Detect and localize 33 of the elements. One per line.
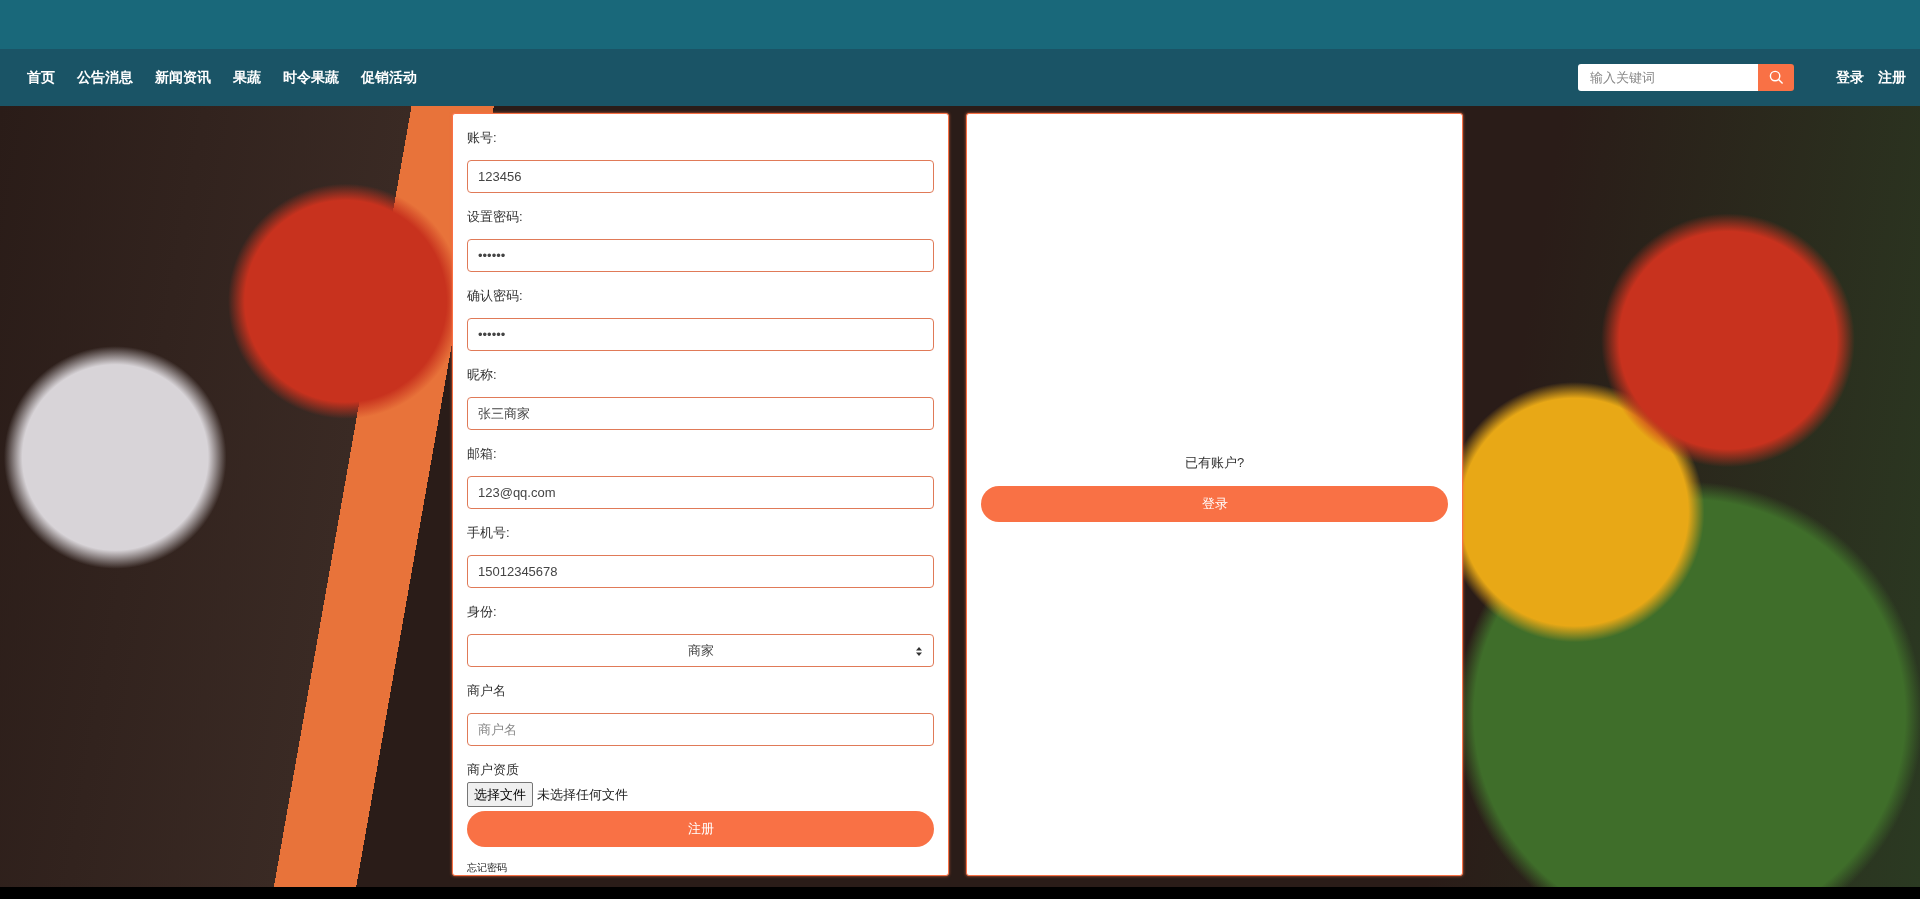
field-label: 昵称: — [467, 366, 498, 384]
field-label: 确认密码: — [467, 287, 524, 305]
input-field[interactable]: 15012345678 — [467, 555, 934, 588]
input-field[interactable]: •••••• — [467, 239, 934, 272]
search-icon — [1768, 70, 1784, 85]
header-link[interactable]: 登录 — [1836, 69, 1864, 85]
field-label: 设置密码: — [467, 208, 524, 226]
field-label: 手机号: — [467, 524, 511, 542]
nav-link[interactable]: 时令果蔬 — [283, 68, 339, 87]
nav-link[interactable]: 新闻资讯 — [155, 68, 211, 87]
nav-link[interactable]: 果蔬 — [233, 68, 261, 87]
input-field[interactable]: 123@qq.com — [467, 476, 934, 509]
search-button[interactable] — [1758, 64, 1794, 91]
file-status-text: 未选择任何文件 — [537, 785, 628, 804]
input-field[interactable]: 张三商家 — [467, 397, 934, 430]
nav-link[interactable]: 首页 — [27, 68, 55, 87]
field-label: 商户名 — [467, 682, 507, 700]
identity-dropdown[interactable]: 商家 — [467, 634, 934, 667]
account-prompt: 已有账户? — [1183, 454, 1246, 472]
input-field[interactable]: 商户名 — [467, 713, 934, 746]
nav-link[interactable]: 促销活动 — [361, 68, 417, 87]
header-link[interactable]: 注册 — [1878, 69, 1906, 85]
field-label: 商户资质 — [467, 761, 520, 779]
search-field[interactable]: 输入关键词 — [1578, 64, 1758, 91]
dropdown-arrows-icon — [916, 647, 922, 656]
field-label: 邮箱: — [467, 445, 498, 463]
field-label: 身份: — [467, 603, 498, 621]
input-field[interactable]: •••••• — [467, 318, 934, 351]
input-field[interactable]: 123456 — [467, 160, 934, 193]
choose-file-button[interactable]: 选择文件 — [467, 782, 533, 807]
nav-link[interactable]: 公告消息 — [77, 68, 133, 87]
field-label: 账号: — [467, 129, 498, 147]
forgot-password-link[interactable]: 忘记密码 — [467, 861, 507, 875]
